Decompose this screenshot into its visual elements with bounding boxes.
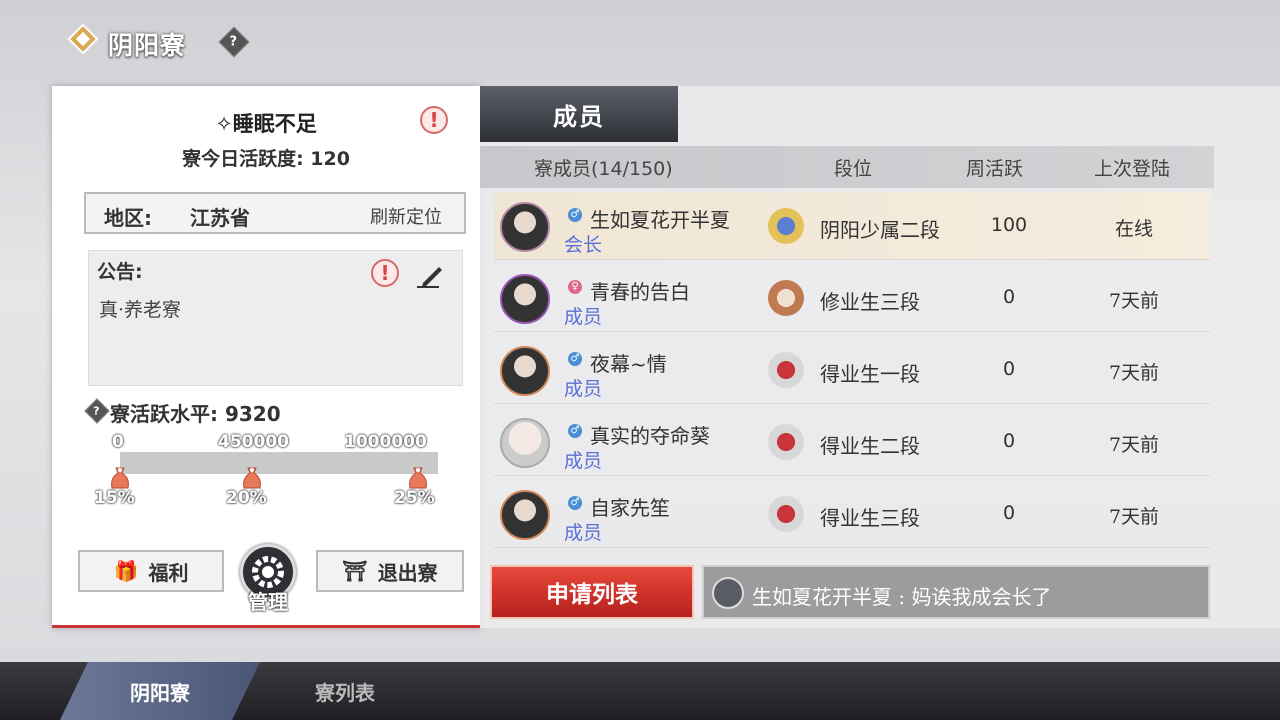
member-name: 自家先笙 — [590, 496, 670, 520]
member-weekly: 0 — [1002, 286, 1016, 308]
member-row[interactable]: ♀ 青春的告白 成员 修业生三段 0 7天前 — [494, 264, 1210, 332]
progress-tick: 0 — [112, 432, 124, 452]
welfare-label: 福利 — [148, 560, 189, 585]
activity-progress-bar — [120, 452, 438, 474]
male-icon: ♂ — [568, 208, 582, 222]
activity-help-icon[interactable]: ? — [84, 398, 110, 424]
gift-icon: 🎁 — [113, 559, 139, 583]
member-rank: 得业生一段 — [820, 362, 920, 386]
avatar[interactable] — [500, 418, 550, 468]
sparkle-icon: ✧ — [215, 112, 233, 136]
member-name: 生如夏花开半夏 — [590, 208, 730, 232]
chat-message: 生如夏花开半夏 : 妈诶我成会长了 — [752, 585, 1052, 609]
member-row[interactable]: ♂ 生如夏花开半夏 会长 阴阳少属二段 100 在线 — [494, 192, 1210, 260]
member-name: 青春的告白 — [590, 280, 690, 304]
member-role: 成员 — [564, 306, 603, 328]
notice-text: 真·养老寮 — [99, 299, 182, 321]
tab-guild-list[interactable]: 寮列表 — [250, 662, 440, 720]
guild-info-panel: ✧睡眠不足 ! 寮今日活跃度: 120 地区: 江苏省 刷新定位 公告: ! 真… — [52, 86, 480, 628]
progress-tick: 450000 — [218, 432, 289, 452]
page-title: 阴阳寮 — [108, 31, 187, 60]
guild-daily-activity: 寮今日活跃度: 120 — [182, 148, 350, 170]
member-weekly: 100 — [990, 214, 1028, 236]
rank-badge-icon — [768, 280, 804, 316]
welfare-button[interactable]: 🎁 福利 — [78, 550, 224, 592]
guild-name: ✧睡眠不足 — [215, 112, 317, 136]
member-role: 成员 — [564, 522, 603, 544]
member-role: 成员 — [564, 378, 603, 400]
member-weekly: 0 — [1002, 358, 1016, 380]
member-row[interactable]: ♂ 真实的夺命葵 成员 得业生二段 0 7天前 — [494, 408, 1210, 476]
manage-label: 管理 — [248, 590, 288, 614]
member-rank: 阴阳少属二段 — [820, 218, 940, 242]
member-last-login: 7天前 — [1108, 434, 1160, 456]
reward-percent: 25% — [394, 488, 435, 508]
notice-label: 公告: — [97, 261, 143, 283]
refresh-location-button[interactable]: 刷新定位 — [370, 203, 442, 229]
region-label: 地区: — [104, 206, 152, 230]
member-rank: 修业生三段 — [820, 290, 920, 314]
avatar[interactable] — [500, 490, 550, 540]
member-last-login: 7天前 — [1108, 506, 1160, 528]
edit-pen-icon[interactable] — [411, 261, 445, 291]
rank-badge-icon — [768, 352, 804, 388]
member-role: 会长 — [564, 234, 603, 256]
region-value: 江苏省 — [190, 206, 250, 230]
avatar[interactable] — [500, 274, 550, 324]
apply-list-button[interactable]: 申请列表 — [490, 565, 694, 619]
tab-members[interactable]: 成员 — [480, 86, 678, 142]
column-rank[interactable]: 段位 — [834, 154, 872, 181]
column-member[interactable]: 寮成员(14/150) — [534, 154, 673, 181]
male-icon: ♂ — [568, 424, 582, 438]
member-weekly: 0 — [1002, 502, 1016, 524]
notice-warning-icon[interactable]: ! — [371, 259, 399, 287]
reward-percent: 20% — [226, 488, 267, 508]
female-icon: ♀ — [568, 280, 582, 294]
member-last-login: 7天前 — [1108, 290, 1160, 312]
quit-guild-button[interactable]: ⛩ 退出寮 — [316, 550, 464, 592]
member-weekly: 0 — [1002, 430, 1016, 452]
rank-badge-icon — [768, 208, 804, 244]
member-row[interactable]: ♂ 夜幕~情 成员 得业生一段 0 7天前 — [494, 336, 1210, 404]
column-weekly[interactable]: 周活跃 — [966, 154, 1023, 181]
rank-badge-icon — [768, 424, 804, 460]
male-icon: ♂ — [568, 352, 582, 366]
reward-percent: 15% — [94, 488, 135, 508]
member-rank: 得业生二段 — [820, 434, 920, 458]
male-icon: ♂ — [568, 496, 582, 510]
chat-bar[interactable]: 生如夏花开半夏 : 妈诶我成会长了 — [702, 565, 1210, 619]
notice-box: 公告: ! 真·养老寮 — [88, 250, 463, 386]
region-box: 地区: 江苏省 刷新定位 — [84, 192, 466, 234]
member-name: 夜幕~情 — [590, 352, 667, 376]
column-last-login[interactable]: 上次登陆 — [1094, 154, 1170, 181]
torii-gate-icon: ⛩ — [342, 559, 368, 583]
member-rank: 得业生三段 — [820, 506, 920, 530]
tab-guild[interactable]: 阴阳寮 — [60, 662, 260, 720]
avatar[interactable] — [500, 202, 550, 252]
member-name: 真实的夺命葵 — [590, 424, 710, 448]
member-role: 成员 — [564, 450, 603, 472]
chat-bubble-icon — [712, 577, 744, 609]
avatar[interactable] — [500, 346, 550, 396]
guild-logo-icon — [67, 23, 99, 55]
rank-badge-icon — [768, 496, 804, 532]
progress-tick: 1000000 — [344, 432, 427, 452]
member-row[interactable]: ♂ 自家先笙 成员 得业生三段 0 7天前 — [494, 480, 1210, 548]
question-diamond-icon[interactable]: ? — [218, 26, 250, 58]
quit-label: 退出寮 — [377, 560, 438, 585]
warning-icon[interactable]: ! — [420, 106, 448, 134]
member-last-login: 7天前 — [1108, 362, 1160, 384]
member-last-login: 在线 — [1114, 218, 1153, 240]
activity-level-label: 寮活跃水平: 9320 — [110, 402, 281, 426]
